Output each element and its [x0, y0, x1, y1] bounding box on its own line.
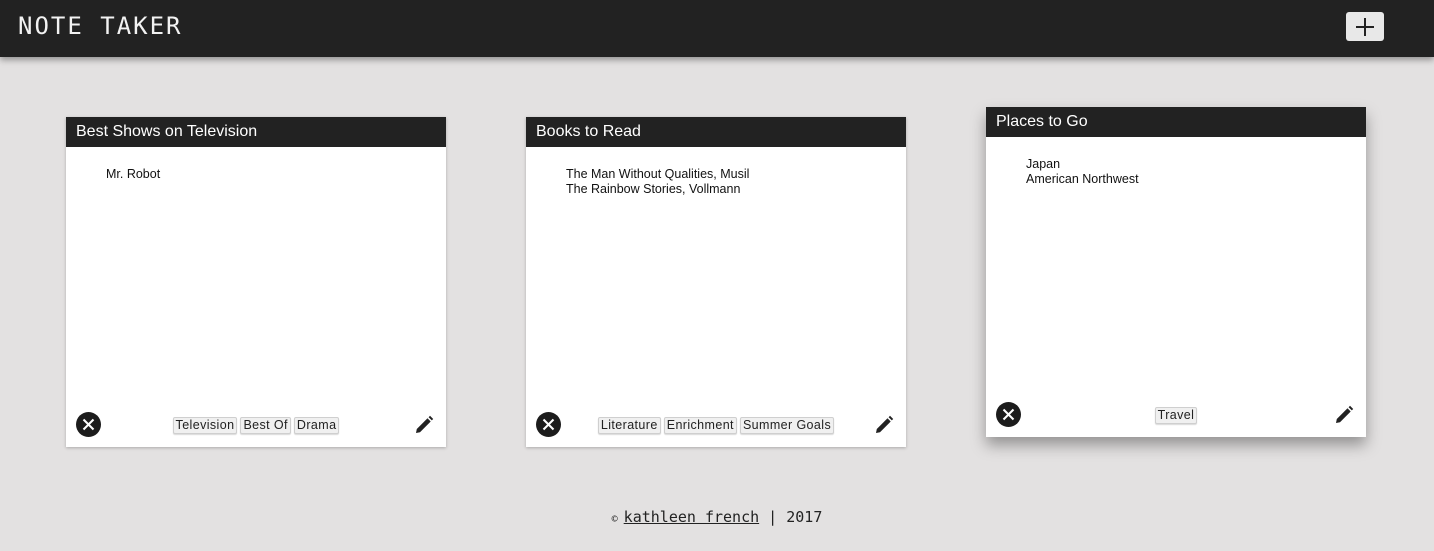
note-line: Japan	[1026, 157, 1061, 171]
tag[interactable]: Literature	[597, 417, 661, 434]
edit-note-button[interactable]	[874, 415, 894, 435]
top-bar: NOTE TAKER	[0, 0, 1434, 57]
note-card: Places to Go Japan American Northwest Tr…	[986, 107, 1366, 437]
tag[interactable]: Drama	[293, 417, 340, 434]
note-title: Books to Read	[526, 117, 906, 147]
note-line: The Man Without Qualities, Musil	[566, 167, 750, 181]
edit-note-button[interactable]	[1334, 405, 1354, 425]
plus-icon	[1356, 17, 1374, 36]
pencil-icon	[416, 415, 434, 433]
app-title: NOTE TAKER	[18, 12, 183, 40]
pencil-icon	[876, 415, 894, 433]
tag-list: Television Best Of Drama	[66, 417, 446, 434]
note-title: Best Shows on Television	[66, 117, 446, 147]
note-line: Mr. Robot	[106, 167, 161, 181]
tag[interactable]: Travel	[1154, 407, 1198, 424]
note-body: Japan American Northwest	[986, 137, 1366, 187]
tag-list: Literature Enrichment Summer Goals	[526, 417, 906, 434]
note-card: Books to Read The Man Without Qualities,…	[526, 117, 906, 447]
tag[interactable]: Enrichment	[663, 417, 737, 434]
tag[interactable]: Best Of	[240, 417, 291, 434]
footer: © kathleen french | 2017	[0, 508, 1434, 526]
note-body: The Man Without Qualities, Musil The Rai…	[526, 147, 906, 197]
tag-list: Travel	[986, 407, 1366, 424]
author-link[interactable]: kathleen french	[624, 508, 759, 526]
add-note-button[interactable]	[1346, 12, 1384, 41]
copyright-symbol: ©	[611, 514, 618, 525]
note-line: The Rainbow Stories, Vollmann	[566, 182, 741, 196]
footer-separator: |	[768, 508, 778, 526]
note-title: Places to Go	[986, 107, 1366, 137]
tag[interactable]: Summer Goals	[739, 417, 835, 434]
note-body: Mr. Robot	[66, 147, 446, 182]
note-line: American Northwest	[1026, 172, 1139, 186]
edit-note-button[interactable]	[414, 415, 434, 435]
pencil-icon	[1336, 405, 1354, 423]
footer-year: 2017	[786, 508, 823, 526]
tag[interactable]: Television	[172, 417, 238, 434]
note-card: Best Shows on Television Mr. Robot Telev…	[66, 117, 446, 447]
